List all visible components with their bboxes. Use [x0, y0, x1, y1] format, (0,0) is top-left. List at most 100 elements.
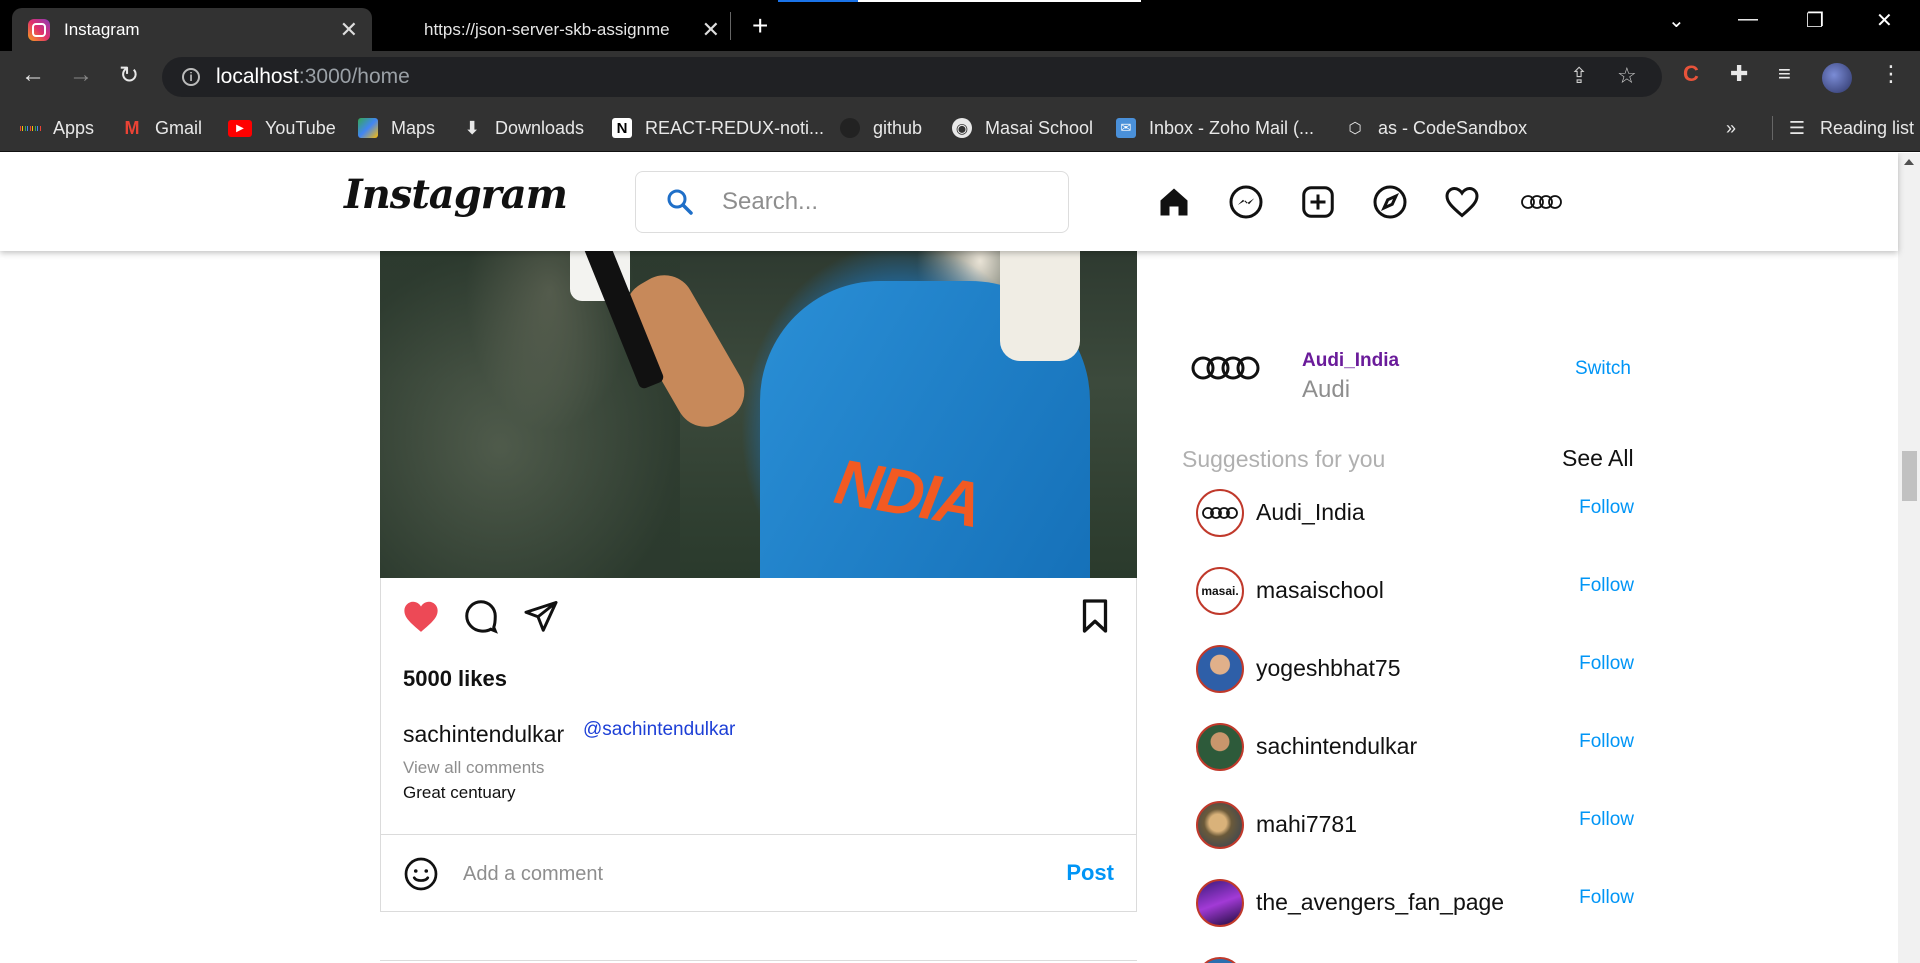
share-icon[interactable]: ⇪ [1570, 63, 1588, 89]
bookmark-github[interactable]: github [840, 116, 922, 140]
suggestion-avatar[interactable] [1196, 645, 1244, 693]
tab-instagram[interactable]: Instagram ✕ [12, 8, 372, 51]
follow-button[interactable]: Follow [1579, 497, 1634, 519]
current-profile-username[interactable]: Audi_India [1302, 350, 1399, 372]
new-post-icon[interactable] [1299, 183, 1337, 221]
likes-count: 5000 likes [403, 666, 507, 691]
bookmark-apps[interactable]: Apps [20, 116, 94, 140]
like-heart-icon[interactable] [401, 596, 441, 636]
suggestion-username[interactable]: sachintendulkar [1256, 733, 1417, 760]
comment-text: Great centuary [403, 783, 516, 802]
reading-list-button[interactable]: ☰ Reading list [1772, 116, 1914, 140]
follow-button[interactable]: Follow [1579, 653, 1634, 675]
codesandbox-icon: ⬡ [1348, 120, 1362, 137]
instagram-favicon-icon [28, 18, 50, 41]
url-host: localhost [216, 65, 299, 88]
forward-arrow-icon[interactable]: → [66, 61, 96, 89]
comment-input[interactable] [463, 857, 1003, 891]
bookmark-codesandbox[interactable]: ⬡ as - CodeSandbox [1345, 116, 1527, 140]
suggestion-avatar[interactable] [1196, 879, 1244, 927]
bookmark-zoho-mail[interactable]: ✉ Inbox - Zoho Mail (... [1116, 116, 1314, 140]
share-send-icon[interactable] [521, 596, 561, 636]
bookmark-react-redux[interactable]: N REACT-REDUX-noti... [612, 116, 824, 140]
masai-logo-text: masai. [1201, 584, 1239, 598]
github-icon [840, 118, 860, 138]
suggestion-avatar[interactable] [1196, 957, 1244, 963]
page-scrollbar[interactable] [1898, 153, 1920, 963]
new-tab-button[interactable]: + [752, 10, 768, 42]
back-arrow-icon[interactable]: ← [18, 61, 48, 89]
messenger-icon[interactable] [1227, 183, 1265, 221]
explore-compass-icon[interactable] [1371, 183, 1409, 221]
view-all-comments-link[interactable]: View all comments [403, 758, 544, 778]
suggestion-username[interactable]: masaischool [1256, 577, 1384, 604]
suggestion-username[interactable]: Audi_India [1256, 499, 1365, 526]
suggestion-username[interactable]: the_avengers_fan_page [1256, 889, 1504, 916]
extensions-puzzle-icon[interactable]: ✚ [1730, 61, 1748, 87]
bookmark-star-icon[interactable]: ☆ [1617, 63, 1637, 89]
browser-menu-icon[interactable]: ⋮ [1880, 61, 1902, 87]
save-bookmark-icon[interactable] [1075, 596, 1115, 636]
bookmark-gmail[interactable]: M Gmail [122, 116, 203, 140]
post-image[interactable]: NDIA [380, 251, 1137, 578]
site-info-icon[interactable]: i [182, 68, 200, 86]
scrollbar-thumb[interactable] [1902, 451, 1917, 501]
apps-grid-icon [20, 118, 40, 138]
post-card: 5000 likes sachintendulkar @sachintendul… [380, 578, 1137, 912]
tab-title: Instagram [64, 19, 140, 39]
youtube-icon: ▶ [228, 119, 252, 137]
suggestion-username[interactable]: yogeshbhat75 [1256, 655, 1401, 682]
suggestion-username[interactable]: mahi7781 [1256, 811, 1357, 838]
search-icon [667, 189, 693, 215]
emoji-smiley-icon[interactable] [403, 856, 439, 892]
comment-bubble-icon[interactable] [461, 596, 501, 636]
bookmarks-overflow-button[interactable]: » [1726, 116, 1736, 140]
suggestions-title: Suggestions for you [1182, 446, 1386, 472]
browser-profile-avatar[interactable] [1822, 63, 1852, 93]
extension-c-icon[interactable]: C [1683, 61, 1699, 87]
restore-window-icon[interactable]: ❐ [1806, 8, 1824, 33]
search-box[interactable] [635, 171, 1069, 233]
post-username[interactable]: sachintendulkar [403, 721, 564, 748]
instagram-logo[interactable]: Instagram [344, 171, 568, 218]
suggestion-avatar[interactable]: masai. [1196, 567, 1244, 615]
scroll-up-arrow-icon[interactable] [1904, 159, 1914, 165]
home-icon[interactable] [1155, 183, 1193, 221]
browser-tabstrip: Instagram ✕ https://json-server-skb-assi… [0, 0, 1920, 51]
add-comment-bar: Post [381, 834, 1136, 912]
media-control-icon[interactable]: ≡ [1778, 61, 1791, 87]
follow-button[interactable]: Follow [1579, 575, 1634, 597]
current-profile-avatar[interactable] [1190, 355, 1262, 386]
post-comment-button[interactable]: Post [1066, 860, 1114, 886]
bookmark-masai-school[interactable]: ◉ Masai School [952, 116, 1093, 140]
follow-button[interactable]: Follow [1579, 809, 1634, 831]
suggestion-item: sachintendulkar Follow [1196, 723, 1634, 773]
suggestion-avatar[interactable] [1196, 489, 1244, 537]
close-window-icon[interactable]: ✕ [1876, 8, 1893, 33]
suggestion-item-partial [1196, 957, 1634, 963]
tab-search-chevron-icon[interactable]: ⌄ [1668, 8, 1685, 33]
follow-button[interactable]: Follow [1579, 731, 1634, 753]
follow-button[interactable]: Follow [1579, 887, 1634, 909]
tab-json-server[interactable]: https://json-server-skb-assignme ✕ [404, 8, 734, 51]
minimize-window-icon[interactable]: — [1738, 8, 1758, 31]
address-bar[interactable]: i localhost:3000/home ⇪ ☆ [162, 57, 1662, 97]
suggestion-item: yogeshbhat75 Follow [1196, 645, 1634, 695]
activity-heart-icon[interactable] [1443, 183, 1481, 221]
post-user-tag[interactable]: @sachintendulkar [583, 719, 735, 741]
see-all-link[interactable]: See All [1562, 445, 1634, 472]
switch-account-button[interactable]: Switch [1575, 358, 1631, 380]
globe-icon: ◉ [952, 118, 972, 138]
search-input[interactable] [722, 188, 1042, 216]
bookmark-maps[interactable]: Maps [358, 116, 435, 140]
bookmark-youtube[interactable]: ▶ YouTube [228, 116, 336, 140]
close-tab-icon[interactable]: ✕ [340, 17, 358, 43]
suggestion-avatar[interactable] [1196, 723, 1244, 771]
close-tab-icon[interactable]: ✕ [702, 17, 720, 43]
suggestion-avatar[interactable] [1196, 801, 1244, 849]
bookmark-downloads[interactable]: ⬇ Downloads [462, 116, 584, 140]
profile-audi-rings-icon[interactable] [1519, 183, 1565, 221]
reload-icon[interactable]: ↻ [114, 61, 144, 90]
tab-title: https://json-server-skb-assignme [424, 19, 670, 39]
instagram-header: Instagram [0, 153, 1898, 251]
